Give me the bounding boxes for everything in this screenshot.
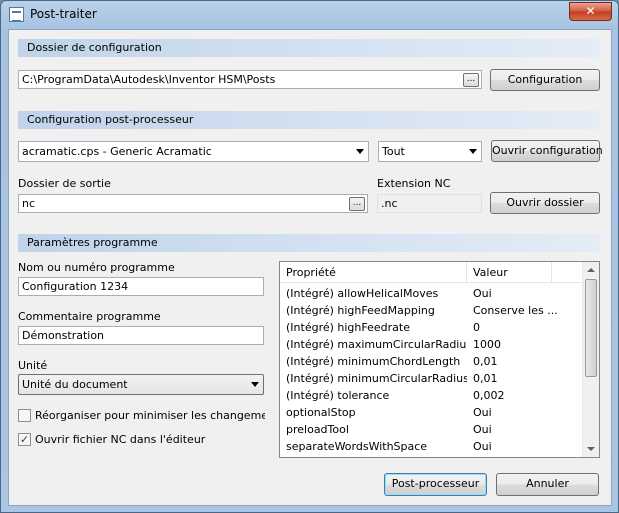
property-value[interactable]: Oui: [467, 285, 571, 302]
property-row[interactable]: optionalStop Oui: [280, 404, 583, 421]
post-processor-value: acramatic.cps - Generic Acramatic: [22, 145, 212, 158]
property-value[interactable]: 0,01: [467, 353, 571, 370]
app-icon: [9, 7, 24, 22]
property-row[interactable]: (Intégré) maximumCircularRadius 1000: [280, 336, 583, 353]
column-header-value[interactable]: Valeur: [467, 262, 552, 283]
unit-label: Unité: [18, 359, 48, 372]
output-folder-field[interactable]: nc: [18, 194, 368, 213]
program-name-label: Nom ou numéro programme: [18, 261, 175, 274]
unit-select[interactable]: Unité du document: [18, 374, 264, 395]
property-name: (Intégré) maximumCircularRadius: [286, 338, 467, 351]
post-processor-select[interactable]: acramatic.cps - Generic Acramatic: [18, 141, 369, 162]
property-value[interactable]: 0,01: [467, 370, 571, 387]
program-params-header: Paramètres programme: [18, 234, 600, 252]
property-value[interactable]: 0: [467, 319, 571, 336]
unit-value: Unité du document: [22, 378, 128, 391]
column-header-property[interactable]: Propriété: [280, 262, 467, 283]
property-grid-scrollbar[interactable]: [582, 262, 599, 457]
post-process-window: Post-traiter ✕ Dossier de configuration …: [0, 0, 619, 513]
post-filter-value: Tout: [382, 145, 405, 158]
chevron-down-icon: [251, 382, 259, 387]
reorder-label: Réorganiser pour minimiser les changemen…: [35, 409, 265, 422]
property-name: (Intégré) minimumCircularRadius: [286, 372, 467, 385]
open-nc-editor-label: Ouvrir fichier NC dans l'éditeur: [35, 433, 206, 446]
scroll-down-icon[interactable]: [587, 447, 595, 451]
reorder-checkbox[interactable]: [18, 409, 31, 422]
window-title: Post-traiter: [30, 7, 97, 21]
property-name: (Intégré) highFeedMapping: [286, 304, 435, 317]
property-row[interactable]: (Intégré) minimumCircularRadius 0,01: [280, 370, 583, 387]
title-bar[interactable]: Post-traiter ✕: [1, 1, 618, 28]
config-browse-button[interactable]: ...: [463, 73, 479, 87]
property-grid[interactable]: Propriété Valeur (Intégré) allowHelicalM…: [279, 261, 600, 458]
nc-extension-label: Extension NC: [377, 177, 451, 190]
dialog-body: Dossier de configuration C:\ProgramData\…: [8, 29, 612, 506]
property-row[interactable]: (Intégré) tolerance 0,002: [280, 387, 583, 404]
property-row[interactable]: (Intégré) highFeedMapping Conserve les ..…: [280, 302, 583, 319]
property-name: (Intégré) minimumChordLength: [286, 355, 461, 368]
open-nc-editor-checkbox[interactable]: ✓: [18, 433, 31, 446]
output-browse-button[interactable]: ...: [349, 197, 365, 211]
cancel-button[interactable]: Annuler: [496, 473, 599, 496]
property-name: preloadTool: [286, 423, 349, 436]
property-value[interactable]: Oui: [467, 404, 571, 421]
property-value[interactable]: Conserve les ...: [467, 302, 571, 319]
property-name: separateWordsWithSpace: [286, 440, 428, 453]
property-value[interactable]: Oui: [467, 421, 571, 438]
post-config-header: Configuration post-processeur: [18, 111, 600, 129]
open-folder-button[interactable]: Ouvrir dossier: [490, 192, 600, 214]
property-value[interactable]: Oui: [467, 438, 571, 455]
config-path-field[interactable]: C:\ProgramData\Autodesk\Inventor HSM\Pos…: [18, 70, 482, 89]
property-value[interactable]: 0,002: [467, 387, 571, 404]
property-row[interactable]: (Intégré) minimumChordLength 0,01: [280, 353, 583, 370]
scroll-up-icon[interactable]: [587, 268, 595, 272]
scroll-thumb[interactable]: [585, 279, 597, 377]
property-name: (Intégré) allowHelicalMoves: [286, 287, 439, 300]
post-filter-select[interactable]: Tout: [378, 141, 482, 162]
property-row[interactable]: separateWordsWithSpace Oui: [280, 438, 583, 455]
property-name: optionalStop: [286, 406, 356, 419]
property-row[interactable]: preloadTool Oui: [280, 421, 583, 438]
chevron-down-icon: [356, 149, 364, 154]
nc-extension-field: .nc: [377, 194, 482, 213]
property-grid-header: Propriété Valeur: [280, 262, 583, 283]
open-configuration-button[interactable]: Ouvrir configuration: [491, 140, 603, 162]
output-folder-label: Dossier de sortie: [18, 177, 111, 190]
chevron-down-icon: [469, 149, 477, 154]
program-comment-label: Commentaire programme: [18, 310, 161, 323]
program-name-field[interactable]: Configuration 1234: [18, 277, 264, 296]
property-row[interactable]: (Intégré) allowHelicalMoves Oui: [280, 285, 583, 302]
close-button[interactable]: ✕: [569, 2, 612, 21]
property-value[interactable]: 1000: [467, 336, 571, 353]
property-name: (Intégré) tolerance: [286, 389, 390, 402]
configuration-button[interactable]: Configuration: [490, 69, 600, 91]
property-name: (Intégré) highFeedrate: [286, 321, 410, 334]
post-process-button[interactable]: Post-processeur: [384, 473, 487, 496]
program-comment-field[interactable]: Démonstration: [18, 326, 264, 345]
property-row[interactable]: (Intégré) highFeedrate 0: [280, 319, 583, 336]
config-folder-header: Dossier de configuration: [18, 39, 600, 57]
